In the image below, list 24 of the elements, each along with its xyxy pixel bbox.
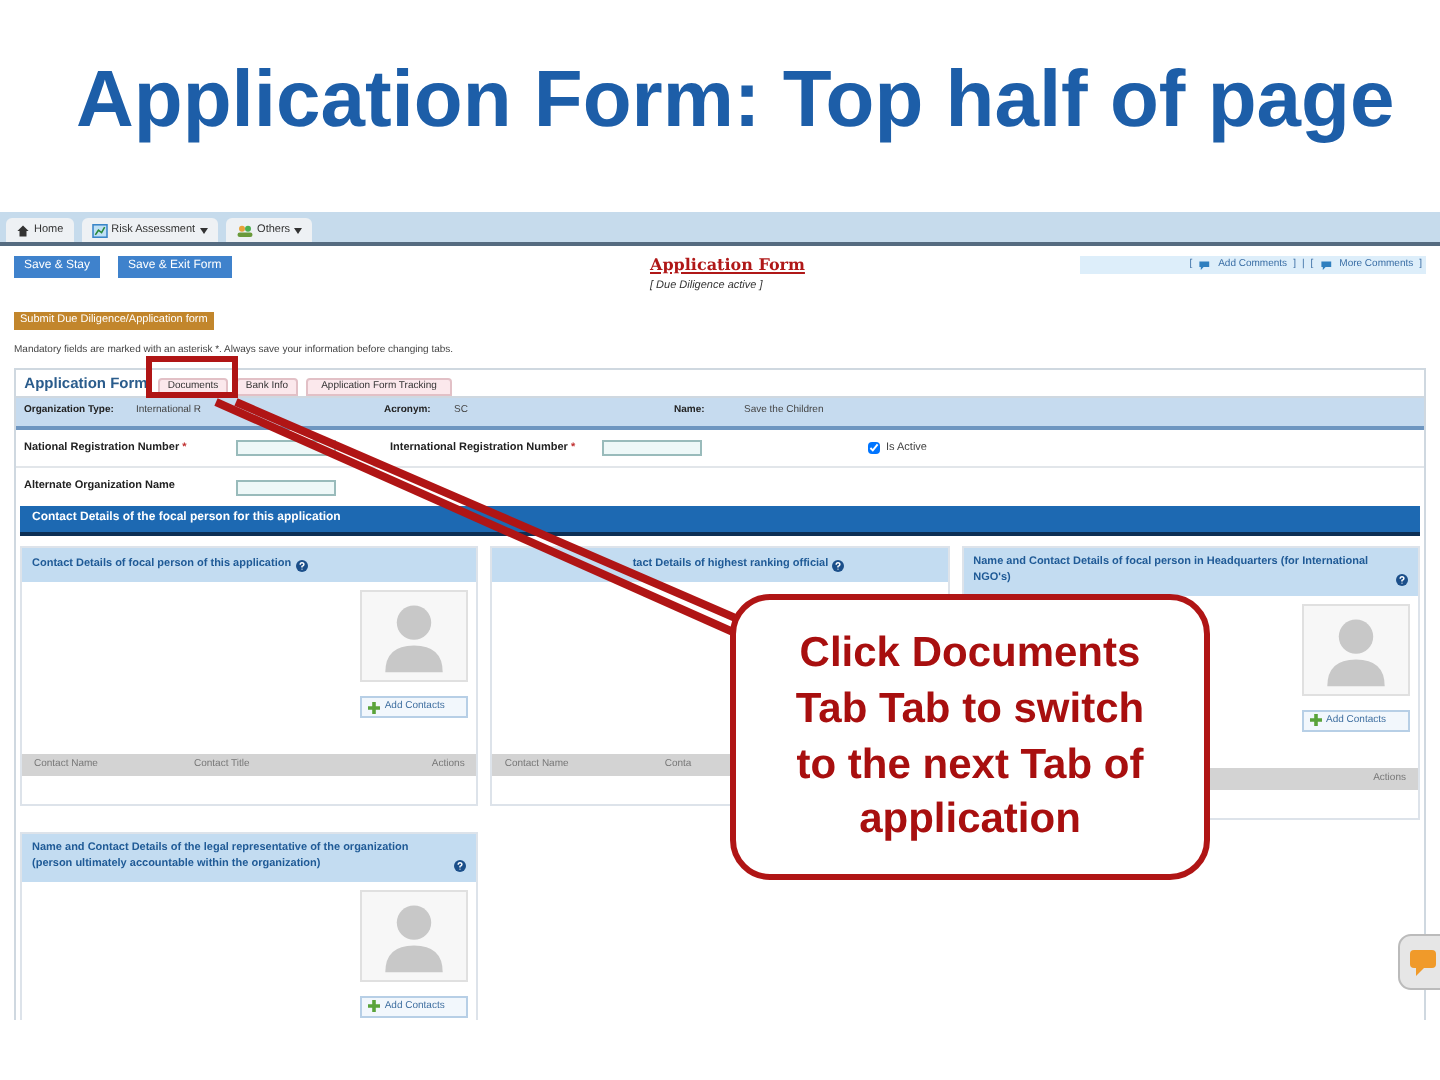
caret-icon [294, 227, 303, 233]
form-title: Application Form [650, 256, 807, 272]
chart-icon [91, 223, 108, 237]
plus-icon [368, 701, 381, 713]
highlight-frame [146, 356, 238, 398]
help-icon[interactable] [1395, 573, 1408, 586]
slide-title: Application Form: Top half of page [76, 60, 1397, 140]
avatar-placeholder-icon [1301, 603, 1410, 696]
callout-text: Click Documents Tab Tab to switch to the next Tab of application [793, 627, 1147, 847]
avatar-placeholder-icon [360, 889, 469, 982]
speech-bubble-icon [1198, 260, 1213, 270]
text-field[interactable] [602, 440, 702, 456]
speech-bubble-icon [1319, 260, 1334, 270]
plus-icon [368, 1000, 381, 1013]
plus-icon [1309, 714, 1322, 727]
text-field[interactable] [236, 479, 336, 495]
house-icon [16, 223, 30, 237]
help-icon[interactable] [295, 560, 308, 572]
caret-icon [199, 227, 208, 233]
avatar-placeholder-icon [360, 590, 469, 682]
help-icon[interactable] [832, 560, 845, 572]
people-icon [235, 223, 254, 237]
help-icon[interactable] [454, 859, 467, 872]
checkbox[interactable] [868, 442, 880, 454]
